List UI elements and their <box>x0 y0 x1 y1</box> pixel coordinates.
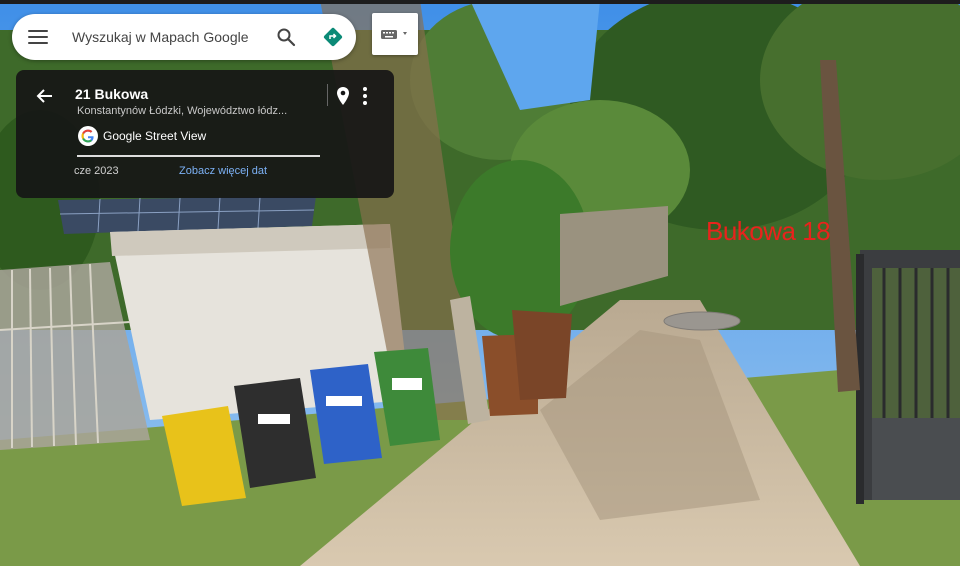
more-vert-icon[interactable] <box>360 86 370 106</box>
address-subtitle: Konstantynów Łódzki, Województwo łódz... <box>77 105 288 117</box>
top-frame-bar <box>0 0 960 4</box>
search-input[interactable] <box>70 28 274 46</box>
search-icon[interactable] <box>276 27 296 47</box>
see-more-dates-link[interactable]: Zobacz więcej dat <box>179 165 267 177</box>
location-pin-icon[interactable] <box>336 86 350 106</box>
google-g-logo <box>78 126 98 146</box>
card-separator-line <box>77 155 320 157</box>
capture-date: cze 2023 <box>74 165 119 177</box>
hamburger-menu-icon[interactable] <box>28 30 48 44</box>
card-divider <box>327 84 328 106</box>
street-address-overlay: Bukowa 18 <box>706 216 831 246</box>
search-box <box>12 14 356 60</box>
address-title: 21 Bukowa <box>75 86 149 102</box>
street-view-source-label: Google Street View <box>103 129 207 143</box>
keyboard-icon <box>381 30 407 39</box>
back-arrow-icon[interactable] <box>36 87 54 105</box>
keyboard-input-button[interactable] <box>372 13 418 55</box>
directions-icon[interactable] <box>323 27 343 47</box>
street-view-info-card: 21 Bukowa Konstantynów Łódzki, Województ… <box>16 70 394 198</box>
